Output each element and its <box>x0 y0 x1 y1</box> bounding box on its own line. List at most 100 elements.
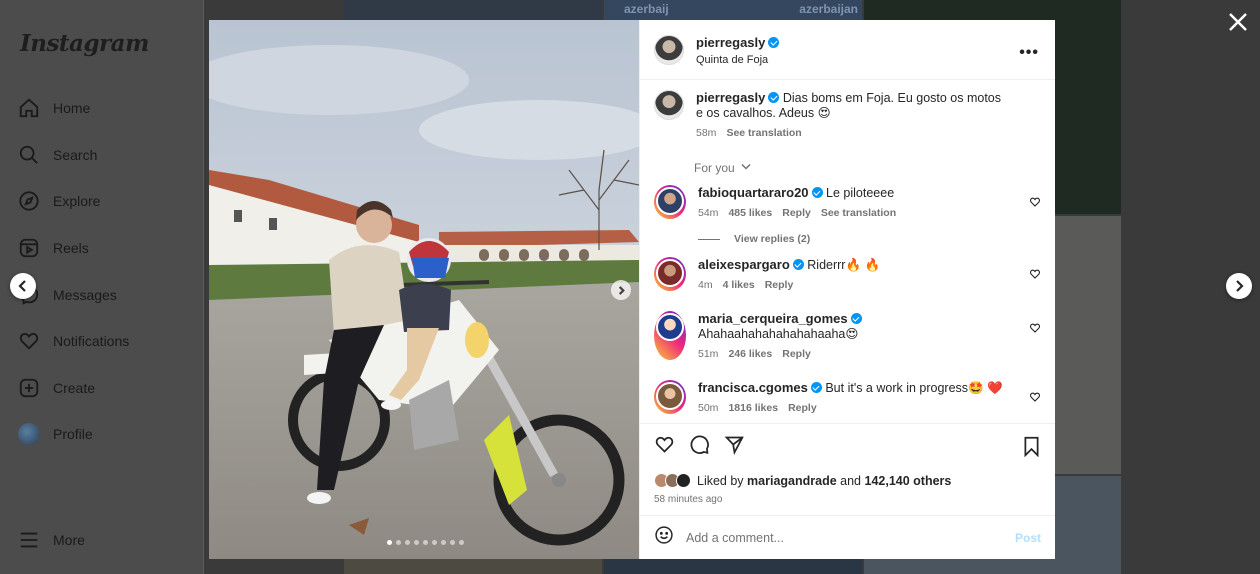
sidebar-item-notifications[interactable]: Notifications <box>18 326 129 356</box>
carousel-dot <box>423 540 428 545</box>
sidebar-item-create[interactable]: Create <box>18 373 95 403</box>
replies-line <box>698 238 720 240</box>
carousel-dot <box>414 540 419 545</box>
comment-item: maria_cerqueira_gomes Ahahaahahahahahaha… <box>654 311 1041 360</box>
story-ring[interactable] <box>654 257 686 291</box>
verified-badge-icon <box>811 187 823 198</box>
caption-username[interactable]: pierregasly <box>696 90 765 105</box>
reply-button[interactable]: Reply <box>782 348 811 360</box>
heart-icon <box>1029 392 1041 402</box>
comment-username[interactable]: aleixespargaro <box>698 257 790 272</box>
sidebar-item-label: Explore <box>53 193 101 209</box>
caption-time[interactable]: 58m <box>696 127 716 139</box>
sidebar-item-reels[interactable]: Reels <box>18 233 89 263</box>
like-button[interactable] <box>654 434 675 460</box>
grid-tile[interactable] <box>344 0 602 20</box>
avatar[interactable] <box>654 34 684 65</box>
heart-icon <box>655 436 674 453</box>
close-button[interactable] <box>1226 10 1250 34</box>
post-timestamp[interactable]: 58 minutes ago <box>654 494 1041 505</box>
see-translation-link[interactable]: See translation <box>821 207 896 219</box>
chevron-right-icon <box>618 285 625 295</box>
verified-badge-icon <box>810 382 822 393</box>
liked-by-user[interactable]: mariagandrade <box>747 474 837 488</box>
sidebar-item-more[interactable]: More <box>18 525 85 555</box>
comment-time[interactable]: 50m <box>698 402 718 414</box>
sidebar-item-label: Create <box>53 380 96 396</box>
sidebar-item-search[interactable]: Search <box>18 140 97 170</box>
carousel-dot <box>450 540 455 545</box>
comment-input[interactable] <box>686 530 1015 545</box>
reply-button[interactable]: Reply <box>782 207 811 219</box>
avatar <box>676 473 691 488</box>
comment-button[interactable] <box>689 434 710 460</box>
comment-likes[interactable]: 4 likes <box>723 279 755 291</box>
comment-text: Riderrr🔥 🔥 <box>807 258 881 272</box>
comment-text: Le piloteeee <box>826 186 895 200</box>
sidebar-item-explore[interactable]: Explore <box>18 186 100 216</box>
sidebar-item-label: Search <box>53 147 98 163</box>
story-ring[interactable] <box>654 311 686 360</box>
like-comment-button[interactable] <box>1029 195 1041 207</box>
sidebar-item-label: Reels <box>53 240 89 256</box>
share-button[interactable] <box>724 434 745 460</box>
previous-post-button[interactable] <box>10 273 36 299</box>
grid-tile[interactable] <box>604 559 862 574</box>
comment-likes[interactable]: 246 likes <box>728 348 772 360</box>
sidebar-item-home[interactable]: Home <box>18 93 90 123</box>
story-ring[interactable] <box>654 380 686 414</box>
carousel-dots <box>387 540 464 545</box>
post-comment-button[interactable]: Post <box>1015 531 1041 545</box>
emoji-button[interactable] <box>654 525 674 550</box>
compass-icon <box>18 190 40 212</box>
comment-sort-dropdown[interactable]: For you <box>694 161 1041 175</box>
heart-icon <box>1029 269 1041 279</box>
like-comment-button[interactable] <box>1029 321 1041 333</box>
comment-item: aleixespargaro Riderrr🔥 🔥 4m 4 likes Reply <box>654 257 1041 291</box>
liked-by-prefix: Liked by <box>697 473 744 488</box>
comment-icon <box>690 435 709 454</box>
next-post-button[interactable] <box>1226 273 1252 299</box>
comment-time[interactable]: 4m <box>698 279 713 291</box>
comment-sort-label: For you <box>694 161 735 175</box>
liked-by-and: and <box>840 473 862 488</box>
like-comment-button[interactable] <box>1029 267 1041 279</box>
like-comment-button[interactable] <box>1029 390 1041 402</box>
instagram-logo[interactable]: Instagram <box>20 30 149 57</box>
more-options-icon[interactable]: ••• <box>1019 44 1039 62</box>
carousel-next-button[interactable] <box>611 280 631 300</box>
grid-tile[interactable]: azerbaij azerbaijan <box>604 0 862 20</box>
comment-time[interactable]: 54m <box>698 207 718 219</box>
grid-tile[interactable] <box>344 559 602 574</box>
comment-likes[interactable]: 1816 likes <box>728 402 778 414</box>
reply-button[interactable]: Reply <box>788 402 817 414</box>
carousel-dot <box>432 540 437 545</box>
reply-button[interactable]: Reply <box>765 279 794 291</box>
verified-badge-icon <box>768 36 780 48</box>
verified-badge-icon <box>768 92 780 103</box>
tile-text: azerbaij <box>624 2 669 16</box>
sidebar-item-label: Home <box>53 100 91 116</box>
see-translation-link[interactable]: See translation <box>726 127 801 139</box>
home-icon <box>18 97 40 119</box>
plus-square-icon <box>18 377 40 399</box>
comment-time[interactable]: 51m <box>698 348 718 360</box>
add-comment-bar: Post <box>640 515 1055 559</box>
comment-username[interactable]: maria_cerqueira_gomes <box>698 311 848 326</box>
author-username[interactable]: pierregasly <box>696 35 765 50</box>
comment-username[interactable]: francisca.cgomes <box>698 380 808 395</box>
comment-likes[interactable]: 485 likes <box>728 207 772 219</box>
comment-username[interactable]: fabioquartararo20 <box>698 185 809 200</box>
view-replies-button[interactable]: View replies (2) <box>698 233 1041 245</box>
sidebar-item-label: Notifications <box>53 333 130 349</box>
post-panel: pierregasly Quinta de Foja ••• pierregas… <box>639 20 1055 559</box>
avatar[interactable] <box>654 90 684 120</box>
post-location[interactable]: Quinta de Foja <box>696 54 779 66</box>
post-photo[interactable] <box>209 20 639 559</box>
story-ring[interactable] <box>654 185 686 219</box>
sidebar-item-profile[interactable]: Profile <box>18 419 93 449</box>
chevron-right-icon <box>1236 280 1244 292</box>
comments-list[interactable]: pierregasly Dias boms em Foja. Eu gosto … <box>640 80 1055 423</box>
save-button[interactable] <box>1022 436 1041 462</box>
liked-by-others[interactable]: 142,140 others <box>865 474 952 488</box>
